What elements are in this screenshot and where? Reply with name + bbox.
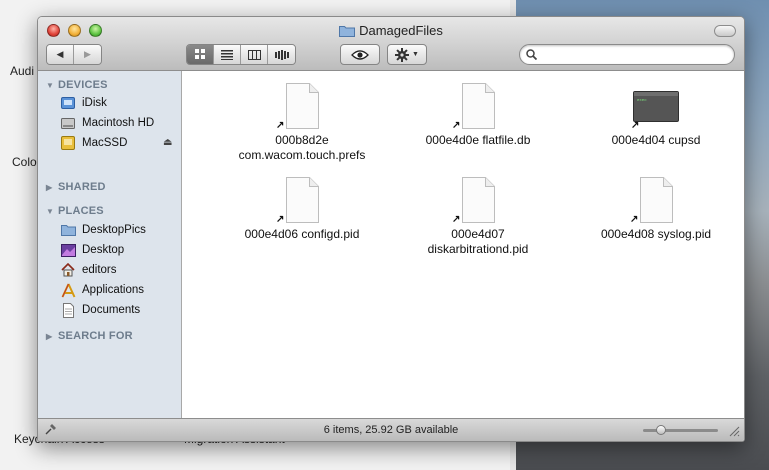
- sidebar-item-documents[interactable]: Documents: [60, 301, 140, 319]
- eye-icon: [351, 49, 369, 60]
- sidebar-section-search-for[interactable]: ▶ SEARCH FOR: [46, 330, 133, 342]
- column-view-button[interactable]: [241, 45, 268, 64]
- file-browser[interactable]: ↗ 000b8d2e com.wacom.touch.prefs ↗ 000e4…: [182, 71, 744, 418]
- sidebar-item-macintosh-hd[interactable]: Macintosh HD: [60, 114, 154, 132]
- file-name: 000e4d07 diskarbitrationd.pid: [427, 227, 529, 256]
- sidebar-item-label: Applications: [82, 284, 145, 296]
- alias-arrow-icon: ↗: [276, 214, 285, 225]
- sidebar: ▼ DEVICES iDisk Macintosh HD MacSSD ⏏ ▶ SH…: [38, 71, 182, 418]
- document-icon: ↗: [276, 83, 322, 131]
- alias-arrow-icon: ↗: [631, 120, 640, 131]
- file-name: 000b8d2e com.wacom.touch.prefs: [238, 133, 366, 162]
- sidebar-item-label: editors: [82, 264, 117, 276]
- quick-look-button[interactable]: [340, 44, 380, 65]
- status-text: 6 items, 25.92 GB available: [323, 424, 459, 436]
- idisk-icon: [60, 95, 76, 111]
- sidebar-item-editors[interactable]: editors: [60, 261, 117, 279]
- home-icon: [60, 262, 76, 278]
- alias-arrow-icon: ↗: [452, 120, 461, 131]
- file-name: 000e4d06 configd.pid: [244, 227, 360, 241]
- sidebar-item-idisk[interactable]: iDisk: [60, 94, 107, 112]
- forward-arrow-icon: ▶: [84, 49, 91, 59]
- folder-icon: [60, 222, 76, 238]
- slider-knob[interactable]: [656, 425, 666, 435]
- icon-view-icon: [194, 49, 205, 59]
- forward-button[interactable]: ▶: [74, 45, 101, 64]
- file-item[interactable]: ↗ 000e4d0e flatfile.db: [388, 83, 568, 148]
- alias-arrow-icon: ↗: [630, 214, 639, 225]
- sidebar-section-places[interactable]: ▼ PLACES: [46, 205, 104, 217]
- sidebar-item-label: Desktop: [82, 244, 125, 256]
- title-bar[interactable]: DamagedFiles ◀ ▶ ▼: [38, 17, 744, 71]
- sidebar-item-label: DesktopPics: [82, 224, 146, 236]
- sidebar-section-shared[interactable]: ▶ SHARED: [46, 181, 106, 193]
- folder-icon: [339, 24, 356, 40]
- document-icon: ↗: [452, 177, 498, 225]
- icon-size-slider[interactable]: [643, 425, 718, 435]
- file-name: 000e4d04 cupsd: [611, 133, 701, 147]
- file-name: 000e4d0e flatfile.db: [425, 133, 531, 147]
- chevron-down-icon: ▼: [412, 51, 419, 58]
- sidebar-item-applications[interactable]: Applications: [60, 281, 144, 299]
- file-item[interactable]: ↗ 000e4d06 configd.pid: [212, 177, 392, 242]
- finder-window: DamagedFiles ◀ ▶ ▼ ▼ DEVICES iDisk Macin…: [37, 16, 745, 442]
- document-icon: ↗: [276, 177, 322, 225]
- sidebar-item-label: Documents: [82, 304, 141, 316]
- view-mode-control: [186, 44, 296, 65]
- section-label: SEARCH FOR: [58, 330, 133, 342]
- background-label-color: Colo: [12, 155, 37, 169]
- hard-drive-icon: [60, 115, 76, 131]
- resize-grip-icon[interactable]: [728, 425, 740, 440]
- sidebar-item-desktop[interactable]: Desktop: [60, 241, 124, 259]
- search-input[interactable]: [542, 47, 731, 64]
- document-icon: ↗: [630, 177, 676, 225]
- section-label: PLACES: [58, 205, 104, 217]
- external-drive-icon: [60, 135, 76, 151]
- documents-icon: [60, 302, 76, 318]
- sidebar-section-devices[interactable]: ▼ DEVICES: [46, 79, 108, 91]
- section-label: DEVICES: [58, 79, 108, 91]
- window-title-text: DamagedFiles: [359, 23, 443, 38]
- sidebar-item-desktoppics[interactable]: DesktopPics: [60, 221, 146, 239]
- disclosure-triangle-open-icon: ▼: [46, 80, 55, 90]
- sidebar-item-label: iDisk: [82, 97, 107, 109]
- gear-icon: [395, 47, 410, 62]
- sidebar-item-label: MacSSD: [82, 137, 128, 149]
- disclosure-triangle-closed-icon: ▶: [46, 331, 53, 341]
- search-field[interactable]: [519, 44, 735, 65]
- document-icon: ↗: [452, 83, 498, 131]
- cover-flow-icon: [274, 49, 289, 60]
- file-item[interactable]: ↗ 000e4d08 syslog.pid: [566, 177, 744, 242]
- action-menu-button[interactable]: ▼: [387, 44, 427, 65]
- file-item[interactable]: ↗ 000e4d07 diskarbitrationd.pid: [388, 177, 568, 257]
- background-label-audio: Audi: [10, 64, 35, 78]
- icon-view-button[interactable]: [187, 45, 214, 64]
- svg-text:exec: exec: [637, 99, 647, 103]
- file-name: 000e4d08 syslog.pid: [600, 227, 712, 241]
- toolbar-toggle-button[interactable]: [714, 25, 736, 37]
- window-title: DamagedFiles: [38, 23, 744, 40]
- back-button[interactable]: ◀: [47, 45, 74, 64]
- navigation-buttons: ◀ ▶: [46, 44, 102, 65]
- status-bar: 6 items, 25.92 GB available: [38, 418, 744, 441]
- search-icon: [526, 49, 538, 63]
- desktop-icon: [60, 242, 76, 258]
- alias-arrow-icon: ↗: [452, 214, 461, 225]
- alias-arrow-icon: ↗: [276, 120, 285, 131]
- file-item[interactable]: ↗ 000b8d2e com.wacom.touch.prefs: [212, 83, 392, 163]
- terminal-executable-icon: exec ↗: [631, 83, 679, 131]
- back-arrow-icon: ◀: [56, 49, 64, 59]
- sidebar-item-macssd[interactable]: MacSSD: [60, 134, 127, 152]
- disclosure-triangle-closed-icon: ▶: [46, 182, 53, 192]
- sidebar-item-label: Macintosh HD: [82, 117, 155, 129]
- file-item[interactable]: exec ↗ 000e4d04 cupsd: [566, 83, 744, 148]
- list-view-button[interactable]: [214, 45, 241, 64]
- section-label: SHARED: [58, 181, 106, 193]
- eject-icon[interactable]: ⏏: [163, 137, 172, 148]
- cover-flow-button[interactable]: [268, 45, 295, 64]
- list-view-icon: [221, 49, 233, 60]
- column-view-icon: [247, 49, 261, 60]
- disclosure-triangle-open-icon: ▼: [46, 206, 55, 216]
- applications-icon: [60, 282, 76, 298]
